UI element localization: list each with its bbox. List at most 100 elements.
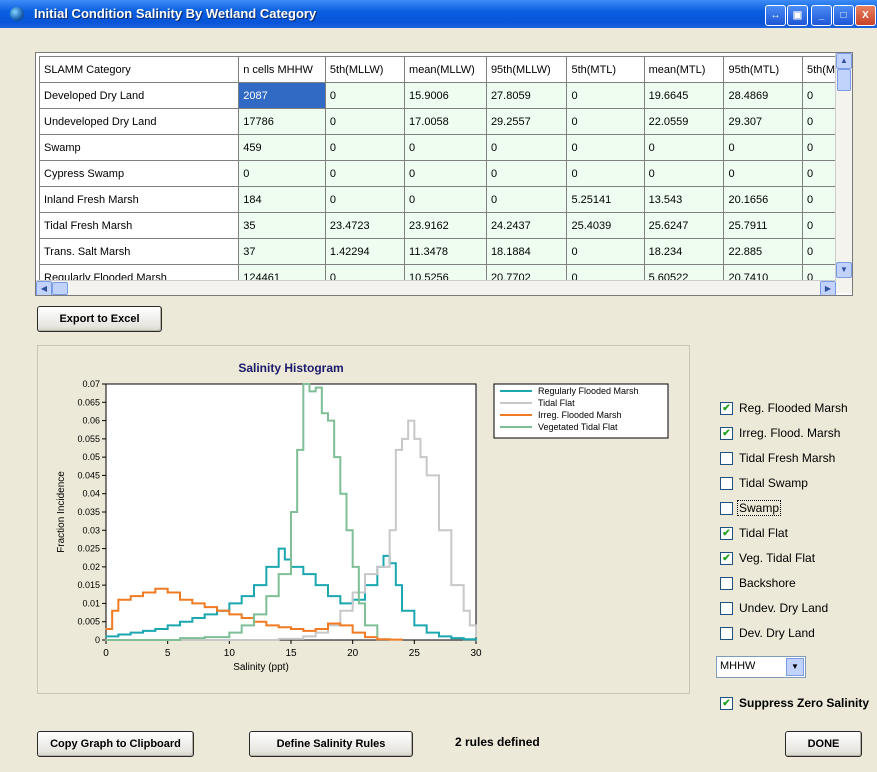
checkbox-box[interactable] (720, 452, 733, 465)
column-header[interactable]: 5th(MLLW) (324, 56, 406, 83)
check-icon[interactable]: ✔ (720, 427, 733, 440)
column-header[interactable]: mean(MTL) (643, 56, 725, 83)
table-cell[interactable]: 0 (566, 82, 645, 109)
table-cell[interactable]: 23.4723 (324, 212, 406, 239)
table-cell[interactable]: 0 (723, 134, 803, 161)
tide-level-select[interactable]: MHHW ▼ (716, 656, 806, 678)
scroll-down-icon[interactable]: ▼ (836, 262, 852, 278)
table-cell[interactable]: 18.234 (643, 238, 725, 265)
minimize-button[interactable]: _ (811, 5, 832, 26)
close-button[interactable]: X (855, 5, 876, 26)
table-cell[interactable]: 29.2557 (485, 108, 568, 135)
column-header[interactable]: mean(MLLW) (404, 56, 487, 83)
table-cell[interactable]: 25.4039 (566, 212, 645, 239)
checkbox-box[interactable] (720, 577, 733, 590)
table-cell[interactable]: 22.0559 (643, 108, 725, 135)
table-cell[interactable]: 0 (485, 134, 568, 161)
table-cell[interactable]: 0 (566, 238, 645, 265)
check-icon[interactable]: ✔ (720, 527, 733, 540)
table-cell[interactable]: 0 (485, 160, 568, 187)
row-header-cell[interactable]: Cypress Swamp (38, 160, 240, 187)
table-cell[interactable]: 0 (643, 134, 725, 161)
table-cell[interactable]: 0 (404, 160, 487, 187)
table-cell[interactable]: 0 (324, 186, 406, 213)
table-cell[interactable]: 2087 (238, 82, 326, 109)
check-icon[interactable]: ✔ (720, 402, 733, 415)
table-cell[interactable]: 459 (238, 134, 326, 161)
table-cell[interactable]: 0 (723, 160, 803, 187)
column-header[interactable]: 95th(MTL) (723, 56, 803, 83)
scroll-thumb[interactable] (837, 69, 851, 91)
table-cell[interactable]: 0 (566, 134, 645, 161)
table-cell[interactable]: 0 (404, 186, 487, 213)
copy-graph-button[interactable]: Copy Graph to Clipboard (37, 731, 194, 757)
checkbox-box[interactable] (720, 477, 733, 490)
done-button[interactable]: DONE (785, 731, 862, 757)
column-header[interactable]: 5th(MTL) (566, 56, 645, 83)
row-header-cell[interactable]: Trans. Salt Marsh (38, 238, 240, 265)
table-cell[interactable]: 0 (324, 108, 406, 135)
table-cell[interactable]: 28.4869 (723, 82, 803, 109)
row-header-cell[interactable]: Tidal Fresh Marsh (38, 212, 240, 239)
restore-icon[interactable]: ↔ (765, 5, 786, 26)
table-cell[interactable]: 24.2437 (485, 212, 568, 239)
row-header-cell[interactable]: Inland Fresh Marsh (38, 186, 240, 213)
checkbox-box[interactable] (720, 502, 733, 515)
table-cell[interactable]: 0 (238, 160, 326, 187)
scroll-left-icon[interactable]: ◀ (36, 281, 52, 295)
export-to-excel-button[interactable]: Export to Excel (37, 306, 162, 332)
maximize-button[interactable]: □ (833, 5, 854, 26)
scroll-thumb[interactable] (52, 282, 68, 295)
table-cell[interactable]: 29.307 (723, 108, 803, 135)
table-cell[interactable]: 5.25141 (566, 186, 645, 213)
define-salinity-rules-button[interactable]: Define Salinity Rules (249, 731, 413, 757)
table-cell[interactable]: 25.7911 (723, 212, 803, 239)
table-cell[interactable]: 20.1656 (723, 186, 803, 213)
title-bar[interactable]: Initial Condition Salinity By Wetland Ca… (0, 0, 877, 28)
table-cell[interactable]: 0 (566, 160, 645, 187)
table-row: Cypress Swamp 0 0 0 0 0 0 0 0 (38, 160, 852, 187)
table-cell[interactable]: 184 (238, 186, 326, 213)
table-cell[interactable]: 0 (324, 160, 406, 187)
window-menu-icon[interactable]: ▣ (787, 5, 808, 26)
row-header-cell[interactable]: Undeveloped Dry Land (38, 108, 240, 135)
table-cell[interactable]: 1.42294 (324, 238, 406, 265)
check-icon[interactable]: ✔ (720, 697, 733, 710)
horizontal-scrollbar[interactable]: ◀ ▶ (36, 280, 836, 295)
table-cell[interactable]: 25.6247 (643, 212, 725, 239)
y-tick-label: 0.015 (77, 580, 100, 590)
table-cell[interactable]: 13.543 (643, 186, 725, 213)
table-cell[interactable]: 23.9162 (404, 212, 487, 239)
check-icon[interactable]: ✔ (720, 552, 733, 565)
table-cell[interactable]: 35 (238, 212, 326, 239)
table-cell[interactable]: 11.3478 (404, 238, 487, 265)
salinity-table[interactable]: SLAMM Category n cells MHHW 5th(MLLW) mean(… (35, 52, 853, 296)
table-cell[interactable]: 22.885 (723, 238, 803, 265)
scroll-up-icon[interactable]: ▲ (836, 53, 852, 69)
scroll-right-icon[interactable]: ▶ (820, 281, 836, 295)
row-header-cell[interactable]: Developed Dry Land (38, 82, 240, 109)
data-point (228, 631, 231, 634)
table-cell[interactable]: 0 (566, 108, 645, 135)
table-cell[interactable]: 27.8059 (485, 82, 568, 109)
table-cell[interactable]: 17786 (238, 108, 326, 135)
row-header-cell[interactable]: Swamp (38, 134, 240, 161)
data-point (382, 555, 385, 557)
table-cell[interactable]: 15.9006 (404, 82, 487, 109)
chevron-down-icon[interactable]: ▼ (786, 658, 804, 676)
column-header[interactable]: 95th(MLLW) (485, 56, 568, 83)
vertical-scrollbar[interactable]: ▲ ▼ (835, 53, 852, 293)
table-cell[interactable]: 0 (643, 160, 725, 187)
table-cell[interactable]: 0 (485, 186, 568, 213)
checkbox-box[interactable] (720, 602, 733, 615)
table-cell[interactable]: 17.0058 (404, 108, 487, 135)
column-header[interactable]: SLAMM Category (38, 56, 240, 83)
table-cell[interactable]: 0 (324, 82, 406, 109)
table-cell[interactable]: 0 (324, 134, 406, 161)
checkbox-box[interactable] (720, 627, 733, 640)
table-cell[interactable]: 0 (404, 134, 487, 161)
table-cell[interactable]: 19.6645 (643, 82, 725, 109)
table-cell[interactable]: 18.1884 (485, 238, 568, 265)
column-header[interactable]: n cells MHHW (238, 56, 326, 83)
table-cell[interactable]: 37 (238, 238, 326, 265)
